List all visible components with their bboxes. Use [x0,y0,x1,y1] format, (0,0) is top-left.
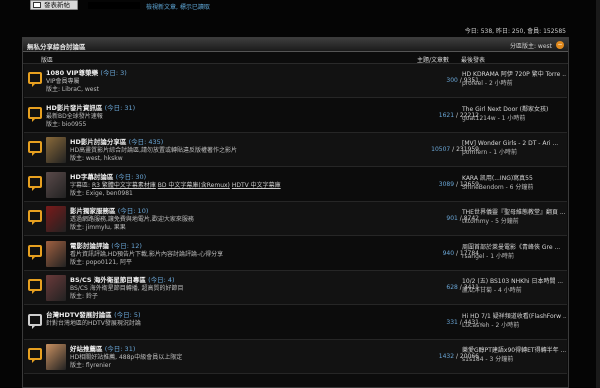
panel-header: 無私分享綜合討論區 分區版主: west − [23,38,568,52]
forum-row[interactable]: HD影片討論分享區 (今日: 435) HD高畫質影片綜合討論區,請勿放置或轉貼違… [24,133,567,167]
last-post[interactable]: [MV] Wonder Girls - 2 DT - Ari ... pomfer… [462,139,566,157]
last-post[interactable]: Hi HD 7/1 疑祥頻道收看(FlashForw ... LucasYeh -… [462,312,566,330]
col-topics: 主題/文章數 [417,57,450,64]
last-post[interactable]: 樂愛G醇PT建語x90得轉ET得轉半年 ... s1s184 - 3 分鐘前 [462,346,566,364]
last-post-author-time: tktommy - 5 分鐘前 [462,218,519,225]
forum-status-icon [28,175,42,191]
last-post-title: [MV] Wonder Girls - 2 DT - Ari ... [462,140,559,147]
top-bar: 發表新帖 檢視新文章, 標示已讀取 [0,0,596,11]
panel-title[interactable]: 無私分享綜合討論區 [27,41,86,51]
topic-count: 331 [446,318,458,326]
forum-status-icon [28,348,42,363]
last-post[interactable]: The Girl Next Door (鄰家女孩) goat1214w - 1 小… [462,105,566,123]
forum-moderators[interactable]: 版主: bio0955 [46,119,86,128]
last-post-author-time: goat1214w - 1 小時前 [462,114,526,122]
last-post-title: 周圍首部於萊曼電影《青峰俠 Gre ... [462,243,561,251]
forum-panel: 無私分享綜合討論區 分區版主: west − 版區 主題/文章數 最後發表 10… [22,37,569,388]
redacted-username [88,2,140,9]
forum-moderators[interactable]: 版主: LibraC, west [46,84,99,93]
sublink[interactable]: HDTV 中文字幕庫 [232,182,281,189]
topic-count: 1621 [438,111,455,119]
forum-moderators[interactable]: 版主: flyrenier [70,360,111,369]
last-post-author-time: LucasYeh - 2 小時前 [462,321,520,329]
forum-thumbnail[interactable] [46,171,66,198]
topic-count: 628 [446,284,458,291]
forum-thumbnail[interactable] [46,137,66,163]
last-post-author-time: s1s184 - 3 分鐘前 [462,356,514,363]
forum-moderators[interactable]: 版主: popo0121, 阿平 [70,257,132,266]
forum-status-icon [28,141,42,156]
forum-thumbnail[interactable] [46,275,66,301]
last-post[interactable]: 周圍首部於萊曼電影《青峰俠 Gre ... rsangel - 1 小時前 [462,243,566,261]
topic-count: 300 [446,77,458,84]
topic-count: 901 [446,215,458,222]
forum-thumbnail[interactable] [46,240,66,267]
forum-moderators[interactable]: 版主: Exige, ben0981 [70,188,133,197]
site-stats: 今日: 538, 昨日: 250, 會員: 152585 [464,28,566,35]
scrollbar[interactable] [596,0,600,388]
last-post[interactable]: 10/2 (五) BS103 NHKhi 日本時間 ... 蘆瓜洋甘菊 - 4 小… [462,277,566,295]
new-post-button[interactable]: 發表新帖 [30,0,78,10]
last-post-author-time: ShineBendom - 6 分鐘前 [462,183,534,191]
last-post-author-time: rsangel - 1 小時前 [462,252,514,260]
last-post[interactable]: KARA 凯用(...ING)寫真55 ShineBendom - 6 分鐘前 [462,174,566,192]
forum-moderators[interactable]: 版主: 鈴子 [70,291,98,300]
last-post[interactable]: HD KDRAMA 阿伊 720P 繁中 Torre ... profeel - … [462,70,566,88]
forum-moderators[interactable]: 版主: west, hkskw [70,153,123,162]
collapse-icon[interactable]: − [556,41,564,49]
forum-description: 針對台灣地區的HDTV發展現況討論 [46,319,141,327]
topic-count: 1432 [438,353,455,360]
forum-status-icon [28,313,42,329]
forum-row[interactable]: BS/CS 海外衛星節目專區 (今日: 4) BS/CS 海外衛星節目轉播, 超高… [24,271,567,305]
last-post-title: THE世界儀靈『聖母維態教堂』翻頁 ... [462,209,566,216]
mark-read-link[interactable]: 檢視新文章, 標示已讀取 [146,2,210,11]
forum-status-icon [28,106,42,122]
column-header-row: 版區 主題/文章數 最後發表 [23,52,568,64]
post-icon [33,2,41,8]
last-post[interactable]: THE世界儀靈『聖母維態教堂』翻頁 ... tktommy - 5 分鐘前 [462,208,566,226]
forum-row[interactable]: 1080 VIP尊榮樂 (今日: 3) VIP會員專屬 版主: LibraC, we… [24,64,567,98]
forum-today-count: (今日: 3) [100,69,127,77]
topic-count: 940 [442,249,455,257]
last-post-title: The Girl Next Door (鄰家女孩) [462,105,549,113]
last-post-author-time: profeel - 2 小時前 [462,80,513,87]
forum-row[interactable]: 影片獨家服務區 (今日: 10) 透過網路服務,讓免費與地電片,歡迎大家來服務 版主… [24,202,567,236]
last-post-author-time: pomfern - 1 小時前 [462,149,517,156]
forum-row[interactable]: 好站推薦區 (今日: 31) HD相關好站推薦, 488p中級會員以上限定 版主: … [24,340,567,374]
forum-row[interactable]: HD字幕討論區 (今日: 30) 字幕區: R3 繁體中文字幕素材庫 BD 中文字… [24,168,567,202]
last-post-author-time: 蘆瓜洋甘菊 - 4 小時前 [462,287,522,294]
forum-row[interactable]: HD影片發片資訊區 (今日: 31) 最新BD全球發片速報 版主: bio0955 1… [24,99,567,133]
forum-thumbnail[interactable] [46,344,66,370]
forum-moderators[interactable]: 版主: jimmylu, 果果 [70,222,126,231]
col-last: 最後發表 [461,57,486,64]
last-post-title: 10/2 (五) BS103 NHKhi 日本時間 ... [462,278,564,285]
new-post-label: 發表新帖 [44,1,70,9]
forum-row[interactable]: 電影討論評論 (今日: 12) 看片資訊評論,HD預告片下載,影片內容討論評論-心… [24,237,567,271]
forum-row[interactable]: 台灣HDTV發展討論區 (今日: 5) 針對台灣地區的HDTV發展現況討論 331 … [24,306,567,340]
forum-status-icon [28,244,42,260]
last-post-title: KARA 凯用(...ING)寫真55 [462,174,533,182]
col-forum: 版區 [41,57,54,64]
topic-count: 10507 [431,146,451,153]
last-post-title: Hi HD 7/1 疑祥頻道收看(FlashForw ... [462,312,566,320]
sublink[interactable]: BD 中文字幕庫(含Remux) [158,182,230,189]
section-moderator[interactable]: 分區版主: west [510,41,552,50]
last-post-title: HD KDRAMA 阿伊 720P 繁中 Torre ... [462,71,566,78]
forum-status-icon [28,210,42,225]
forum-status-icon [28,72,42,87]
forum-thumbnail[interactable] [46,206,66,232]
forum-status-icon [28,279,42,294]
last-post-title: 樂愛G醇PT建語x90得轉ET得轉半年 ... [462,347,566,354]
topic-count: 3089 [438,180,455,188]
forum-today-count: (今日: 31) [104,103,136,112]
